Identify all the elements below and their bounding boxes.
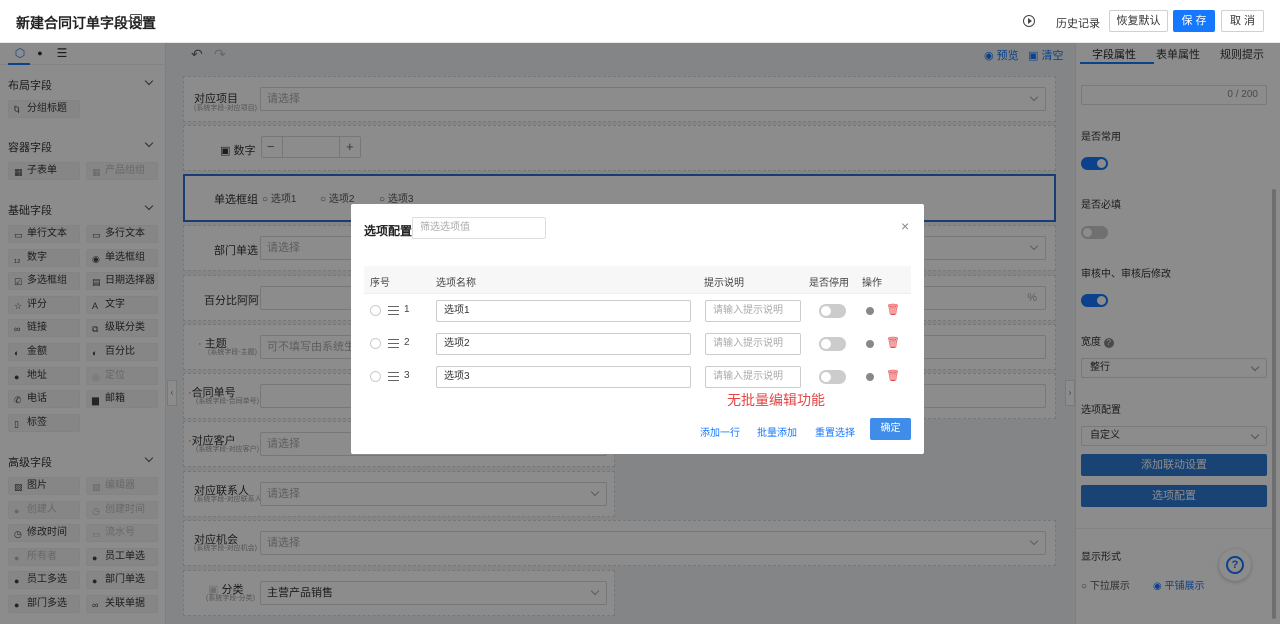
batch-add-link[interactable]: 批量添加 (757, 424, 797, 439)
table-row: 1 选项1 请输入提示说明 🗑 (364, 296, 911, 326)
option-config-dialog: 选项配置 筛选选项值 × 序号 选项名称 提示说明 是否停用 操作 1 选项1 … (351, 204, 924, 454)
play-icon[interactable] (1023, 15, 1035, 27)
color-dot-icon[interactable] (866, 373, 874, 381)
restore-default-button[interactable]: 恢复默认 (1109, 10, 1168, 32)
dialog-title: 选项配置 (364, 224, 413, 238)
reset-selection-link[interactable]: 重置选择 (815, 424, 855, 439)
confirm-button[interactable]: 确定 (870, 418, 911, 440)
disable-toggle[interactable] (819, 370, 846, 384)
row-radio[interactable] (370, 371, 381, 382)
col-hint: 提示说明 (704, 278, 744, 289)
annotation-note: 无批量编辑功能 (727, 392, 825, 408)
disable-toggle[interactable] (819, 304, 846, 318)
drag-handle-icon[interactable] (388, 339, 399, 340)
top-bar: 新建合同订单字段设置 历史记录 恢复默认 保 存 取 消 (0, 0, 1280, 43)
col-index: 序号 (370, 278, 390, 289)
hint-input[interactable]: 请输入提示说明 (705, 333, 801, 355)
save-button[interactable]: 保 存 (1173, 10, 1215, 32)
filter-input[interactable]: 筛选选项值 (412, 217, 546, 239)
close-icon[interactable]: × (901, 218, 909, 234)
col-actions: 操作 (862, 278, 882, 289)
row-index: 1 (404, 304, 410, 315)
table-header: 序号 选项名称 提示说明 是否停用 操作 (364, 266, 911, 294)
delete-icon[interactable]: 🗑 (886, 303, 900, 316)
option-name-input[interactable]: 选项3 (436, 366, 691, 388)
row-radio[interactable] (370, 338, 381, 349)
drag-handle-icon[interactable] (388, 372, 399, 373)
table-row: 2 选项2 请输入提示说明 🗑 (364, 329, 911, 359)
row-radio[interactable] (370, 305, 381, 316)
drag-handle-icon[interactable] (388, 306, 399, 307)
col-disabled: 是否停用 (809, 278, 849, 289)
history-link[interactable]: 历史记录 (1056, 15, 1100, 31)
hint-input[interactable]: 请输入提示说明 (705, 300, 801, 322)
row-index: 2 (404, 337, 410, 348)
cancel-button[interactable]: 取 消 (1221, 10, 1264, 32)
delete-icon[interactable]: 🗑 (886, 369, 900, 382)
hint-input[interactable]: 请输入提示说明 (705, 366, 801, 388)
color-dot-icon[interactable] (866, 307, 874, 315)
disable-toggle[interactable] (819, 337, 846, 351)
delete-icon[interactable]: 🗑 (886, 336, 900, 349)
table-row: 3 选项3 请输入提示说明 🗑 (364, 362, 911, 392)
option-name-input[interactable]: 选项1 (436, 300, 691, 322)
col-name: 选项名称 (436, 278, 476, 289)
option-name-input[interactable]: 选项2 (436, 333, 691, 355)
layout-icon[interactable] (130, 14, 142, 26)
row-index: 3 (404, 370, 410, 381)
color-dot-icon[interactable] (866, 340, 874, 348)
add-row-link[interactable]: 添加一行 (700, 424, 740, 439)
